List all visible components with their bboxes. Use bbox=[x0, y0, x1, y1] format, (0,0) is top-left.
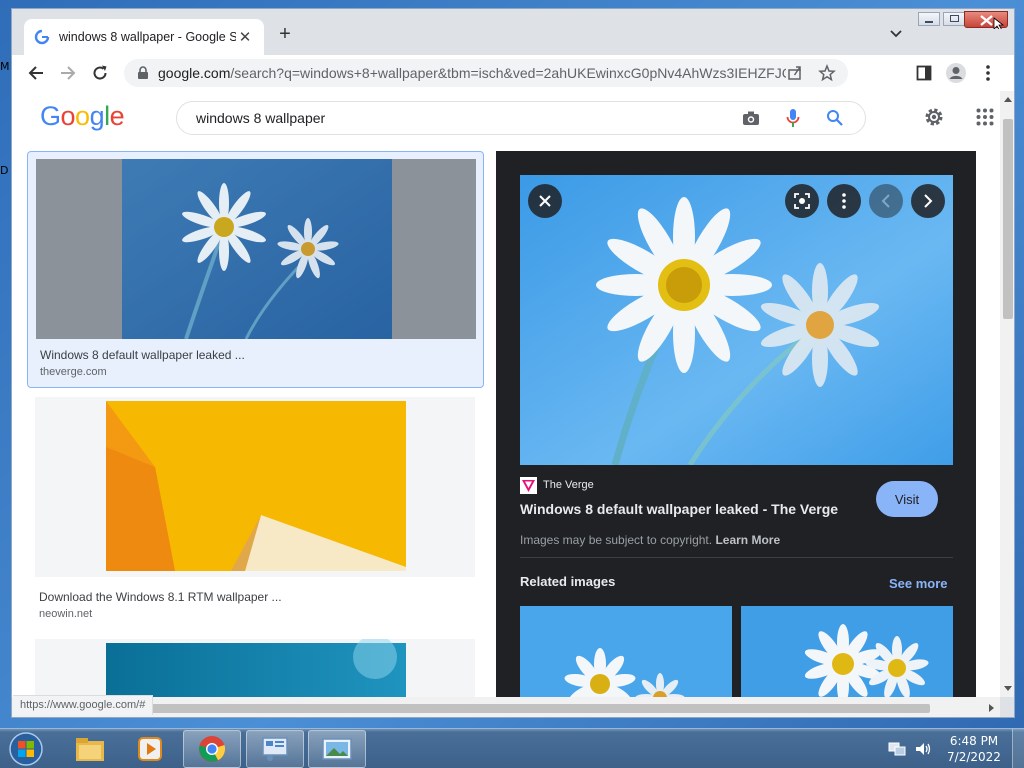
search-input[interactable]: windows 8 wallpaper bbox=[176, 101, 866, 135]
visit-button[interactable]: Visit bbox=[876, 481, 938, 517]
close-preview-icon[interactable] bbox=[528, 184, 562, 218]
learn-more-link[interactable]: Learn More bbox=[715, 533, 780, 547]
related-images-heading: Related images bbox=[520, 574, 616, 589]
result-thumbnail[interactable] bbox=[35, 639, 475, 697]
url-text: google.com/search?q=windows+8+wallpaper&… bbox=[158, 65, 786, 81]
google-header: Google windows 8 wallpaper bbox=[12, 91, 1000, 143]
clock-date: 7/2/2022 bbox=[947, 750, 1001, 764]
preview-title[interactable]: Windows 8 default wallpaper leaked - The… bbox=[520, 501, 838, 517]
result-source[interactable]: theverge.com bbox=[40, 366, 107, 378]
desktop-edge-letter: D bbox=[0, 164, 9, 177]
result-thumbnail[interactable] bbox=[35, 397, 475, 577]
side-panel-icon[interactable] bbox=[912, 61, 936, 85]
copyright-notice: Images may be subject to copyright. Lear… bbox=[520, 533, 781, 547]
bookmark-star-icon[interactable] bbox=[818, 64, 836, 82]
address-bar[interactable]: google.com/search?q=windows+8+wallpaper&… bbox=[124, 59, 848, 87]
panel-divider bbox=[520, 557, 953, 558]
vertical-scroll-thumb[interactable] bbox=[1003, 119, 1013, 319]
chrome-menu-icon[interactable] bbox=[976, 61, 1000, 85]
volume-icon[interactable] bbox=[914, 741, 932, 762]
tab-strip: windows 8 wallpaper - Google Se ✕ + bbox=[12, 9, 1014, 55]
related-image[interactable] bbox=[520, 606, 732, 697]
photo-viewer-icon[interactable] bbox=[308, 730, 366, 768]
preview-source-name[interactable]: The Verge bbox=[543, 479, 594, 491]
chrome-taskbar-icon[interactable] bbox=[183, 730, 241, 768]
result-title[interactable]: Download the Windows 8.1 RTM wallpaper .… bbox=[39, 590, 282, 604]
tab-title: windows 8 wallpaper - Google Se bbox=[59, 30, 236, 44]
media-player-icon[interactable] bbox=[121, 730, 179, 768]
taskbar: 6:48 PM 7/2/2022 bbox=[0, 728, 1024, 768]
tab-close-icon[interactable]: ✕ bbox=[236, 28, 254, 46]
microphone-icon[interactable] bbox=[781, 106, 805, 130]
file-explorer-icon[interactable] bbox=[61, 730, 119, 768]
next-image-icon[interactable] bbox=[911, 184, 945, 218]
reload-icon[interactable] bbox=[88, 61, 112, 85]
google-favicon-icon bbox=[34, 29, 50, 45]
close-window-icon[interactable] bbox=[964, 11, 1008, 32]
chrome-window: windows 8 wallpaper - Google Se ✕ + goog… bbox=[11, 8, 1015, 718]
search-icon[interactable] bbox=[823, 106, 847, 130]
page-content: Google windows 8 wallpaper Windows 8 def… bbox=[12, 91, 1000, 697]
new-tab-icon[interactable]: + bbox=[274, 23, 296, 45]
maximize-icon[interactable] bbox=[943, 12, 965, 26]
preview-image[interactable] bbox=[520, 175, 953, 465]
browser-tab[interactable]: windows 8 wallpaper - Google Se ✕ bbox=[24, 19, 264, 55]
lens-search-icon[interactable] bbox=[785, 184, 819, 218]
browser-toolbar: google.com/search?q=windows+8+wallpaper&… bbox=[12, 55, 1014, 91]
search-query: windows 8 wallpaper bbox=[196, 110, 326, 126]
more-options-icon[interactable] bbox=[827, 184, 861, 218]
network-icon[interactable] bbox=[888, 741, 906, 762]
image-result-card[interactable] bbox=[27, 636, 484, 697]
forward-icon[interactable] bbox=[56, 61, 80, 85]
image-preview-panel: The Verge Windows 8 default wallpaper le… bbox=[496, 151, 976, 697]
the-verge-logo-icon bbox=[520, 477, 537, 494]
previous-image-icon[interactable] bbox=[869, 184, 903, 218]
minimize-icon[interactable] bbox=[918, 12, 940, 26]
settings-gear-icon[interactable] bbox=[923, 106, 945, 133]
result-source[interactable]: neowin.net bbox=[39, 608, 92, 620]
show-desktop-button[interactable] bbox=[1012, 729, 1024, 768]
camera-search-icon[interactable] bbox=[739, 106, 763, 130]
profile-avatar-icon[interactable] bbox=[944, 61, 968, 85]
taskbar-clock[interactable]: 6:48 PM 7/2/2022 bbox=[944, 733, 1004, 765]
back-icon[interactable] bbox=[24, 61, 48, 85]
image-result-card[interactable]: Download the Windows 8.1 RTM wallpaper .… bbox=[27, 397, 484, 627]
vertical-scrollbar[interactable] bbox=[1000, 91, 1014, 697]
tab-search-chevron-icon[interactable] bbox=[886, 23, 906, 43]
lock-icon bbox=[138, 66, 148, 79]
google-logo[interactable]: Google bbox=[40, 101, 125, 132]
control-panel-icon[interactable] bbox=[246, 730, 304, 768]
start-button[interactable] bbox=[2, 730, 50, 768]
desktop-edge-letter: M bbox=[0, 60, 10, 73]
result-thumbnail[interactable] bbox=[36, 159, 476, 339]
horizontal-scrollbar[interactable] bbox=[12, 697, 1000, 717]
apps-grid-icon[interactable] bbox=[976, 108, 994, 131]
share-icon[interactable] bbox=[786, 64, 804, 82]
image-result-card[interactable]: Windows 8 default wallpaper leaked ... t… bbox=[27, 151, 484, 388]
clock-time: 6:48 PM bbox=[949, 734, 999, 748]
see-more-link[interactable]: See more bbox=[889, 576, 948, 591]
status-url: https://www.google.com/# bbox=[13, 695, 154, 715]
related-image[interactable] bbox=[741, 606, 953, 697]
horizontal-scroll-thumb[interactable] bbox=[106, 704, 930, 713]
result-title[interactable]: Windows 8 default wallpaper leaked ... bbox=[40, 348, 245, 362]
